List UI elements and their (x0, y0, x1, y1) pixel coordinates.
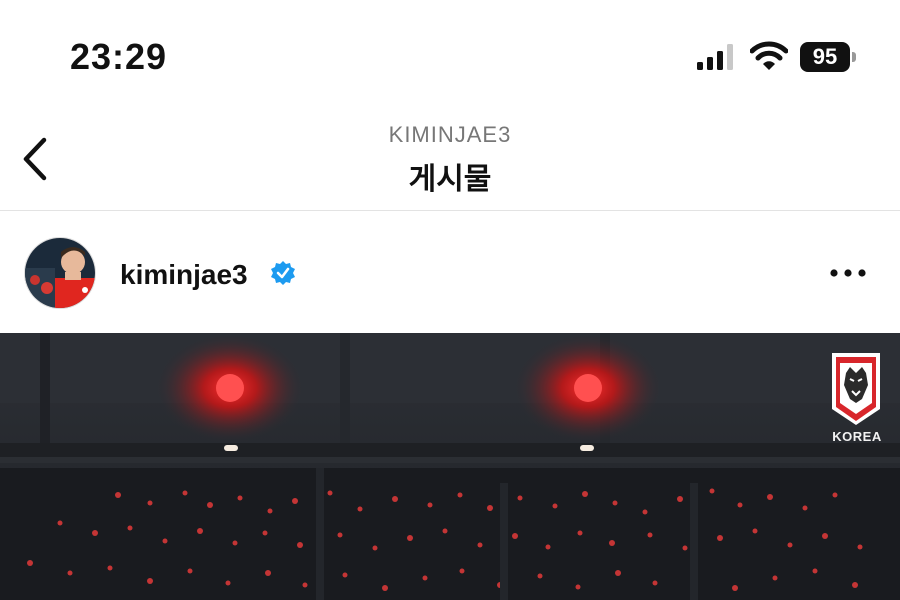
ellipsis-icon[interactable] (826, 266, 870, 280)
avatar-image (25, 238, 95, 308)
post-author-row: kiminjae3 (0, 211, 900, 333)
stadium-photo (0, 333, 900, 600)
page-header: KIMINJAE3 게시물 (0, 100, 900, 210)
signal-icon (697, 44, 733, 70)
post-screen: 23:29 95 KIMINJAE3 게시물 kiminjae3 KOREA (0, 0, 900, 600)
wifi-icon (750, 41, 788, 70)
avatar[interactable] (24, 237, 96, 309)
battery-tip (852, 52, 856, 62)
status-bar: 23:29 95 (0, 0, 900, 100)
battery-level: 95 (812, 44, 838, 69)
page-title: 게시물 (408, 163, 492, 196)
battery-icon: 95 (800, 42, 850, 72)
header-account-name: KIMINJAE3 (388, 122, 512, 147)
emblem-label: KOREA (832, 429, 882, 444)
verified-badge-icon (271, 261, 295, 285)
post-image[interactable]: KOREA (0, 333, 900, 600)
status-time: 23:29 (70, 36, 168, 77)
username[interactable]: kiminjae3 (120, 259, 248, 291)
tiger-emblem-icon (832, 353, 880, 425)
